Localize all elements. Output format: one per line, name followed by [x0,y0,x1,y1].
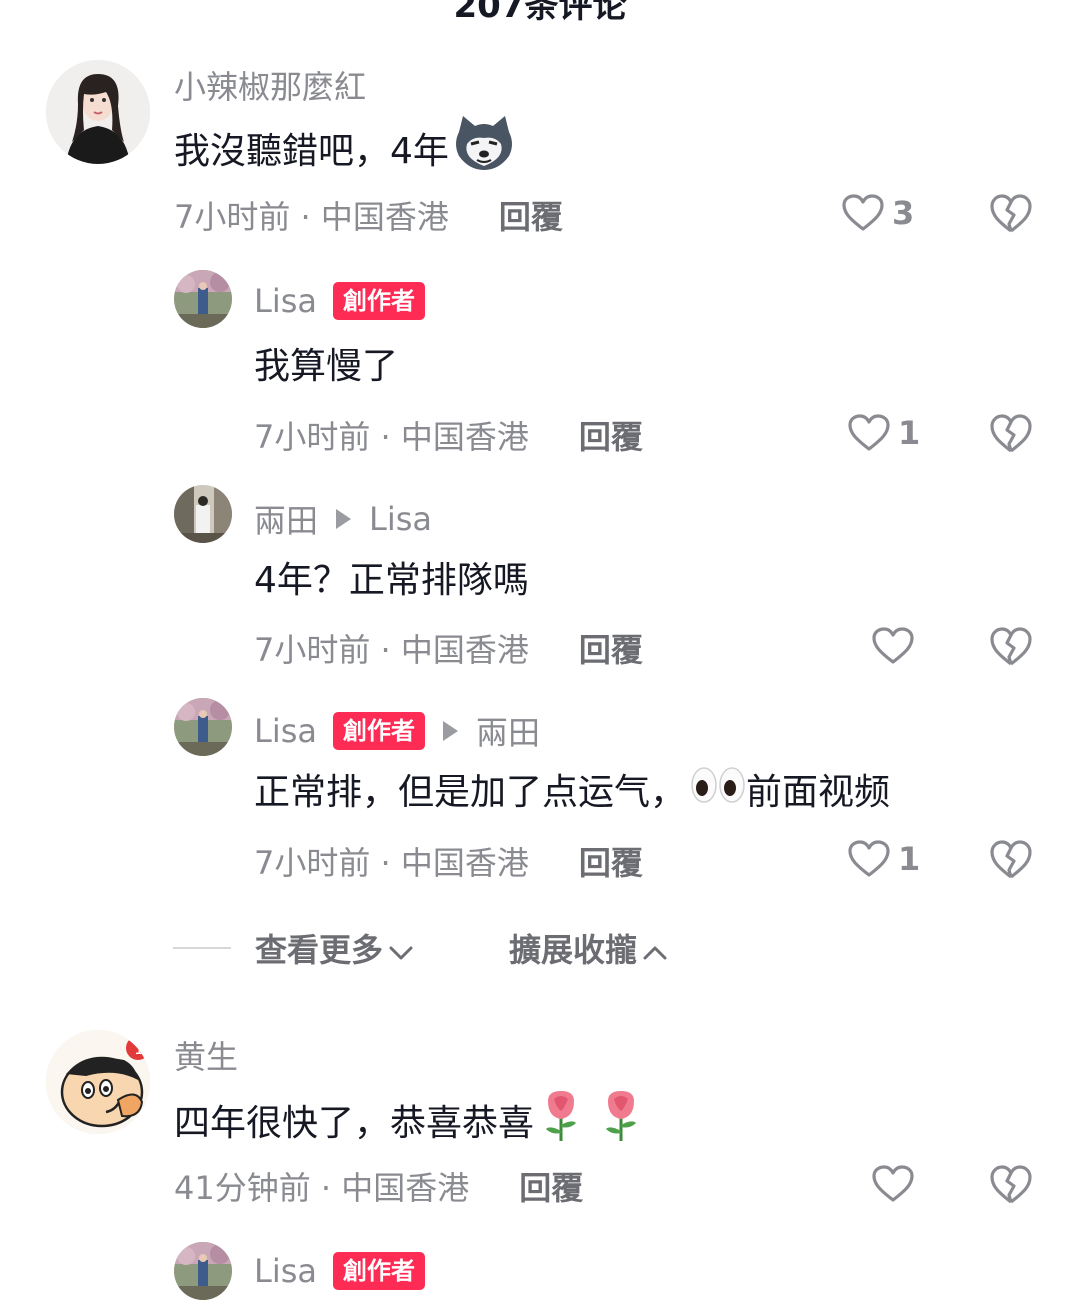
reply-button[interactable]: 回覆 [579,412,643,458]
comment-timestamp: 7小时前 · 中国香港 [254,418,529,456]
comment-text: 我算慢了 [254,346,399,387]
view-more-replies-button[interactable]: 查看更多 [255,925,415,971]
reply-arrow-icon [443,721,458,741]
broken-heart-icon [990,840,1032,884]
comment-text: 正常排，但是加了点运气， [254,772,687,813]
creator-badge: 創作者 [333,1252,425,1290]
like-button[interactable] [872,1165,914,1203]
thread-controls: 查看更多 擴展收攏 [173,925,669,971]
view-more-label: 查看更多 [255,931,384,969]
eyes-emoji [690,765,746,814]
dislike-button[interactable] [990,627,1032,671]
svg-text:1: 1 [134,1039,144,1058]
like-count: 1 [898,840,921,878]
comment-timestamp: 7小时前 · 中国香港 [174,198,449,236]
reply-target-username[interactable]: Lisa [369,500,432,538]
avatar[interactable] [174,270,232,328]
rose-emoji [538,1087,584,1152]
husky-emoji [453,114,515,181]
comment-timestamp: 7小时前 · 中国香港 [254,844,529,882]
avatar[interactable] [174,1242,232,1300]
creator-badge: 創作者 [333,712,425,750]
like-count: 3 [892,194,915,232]
dislike-button[interactable] [990,1165,1032,1209]
username[interactable]: 黄生 [174,1032,238,1078]
rose-emoji [598,1087,644,1152]
username[interactable]: Lisa [254,712,317,750]
reply-target-username[interactable]: 兩田 [476,708,540,754]
like-count: 1 [898,414,921,452]
avatar[interactable] [174,698,232,756]
comment-timestamp: 7小时前 · 中国香港 [254,631,529,669]
broken-heart-icon [990,194,1032,238]
like-button[interactable] [872,627,914,665]
collapse-label: 擴展收攏 [509,931,638,969]
reply-button[interactable]: 回覆 [519,1163,583,1209]
comment-text: 我沒聽錯吧，4年 [174,130,449,172]
like-button[interactable]: 1 [848,414,920,452]
avatar[interactable]: 1 [46,1030,150,1134]
chevron-down-icon [387,933,415,971]
comment-text: 4年？正常排隊嗎 [254,560,529,601]
broken-heart-icon [990,627,1032,671]
chevron-up-icon [641,933,669,971]
collapse-replies-button[interactable]: 擴展收攏 [509,925,669,971]
avatar[interactable] [46,60,150,164]
like-button[interactable]: 3 [842,194,914,232]
username[interactable]: 兩田 [254,496,318,542]
avatar[interactable] [174,485,232,543]
username[interactable]: 小辣椒那麼紅 [174,62,366,108]
reply-button[interactable]: 回覆 [579,838,643,884]
broken-heart-icon [990,414,1032,458]
comment-text-continued: 前面视频 [746,772,891,813]
heart-outline-icon [848,414,890,452]
dislike-button[interactable] [990,194,1032,238]
creator-badge: 創作者 [333,282,425,320]
heart-outline-icon [872,1165,914,1203]
like-button[interactable]: 1 [848,840,920,878]
comments-panel: 207条评论 小辣椒那麼紅 我沒聽錯吧，4年 7小时前 · 中国香港 回覆 3 … [0,0,1080,1303]
heart-outline-icon [848,840,890,878]
username[interactable]: Lisa [254,1252,317,1290]
dislike-button[interactable] [990,840,1032,884]
broken-heart-icon [990,1165,1032,1209]
comment-text: 四年很快了，恭喜恭喜 [174,1102,535,1144]
reply-button[interactable]: 回覆 [499,192,563,238]
username[interactable]: Lisa [254,282,317,320]
divider [173,947,231,949]
comment-count-title: 207条评论 [453,0,627,26]
heart-outline-icon [842,194,884,232]
heart-outline-icon [872,627,914,665]
comment-timestamp: 41分钟前 · 中国香港 [174,1169,470,1207]
reply-button[interactable]: 回覆 [579,625,643,671]
reply-arrow-icon [336,509,352,529]
dislike-button[interactable] [990,414,1032,458]
